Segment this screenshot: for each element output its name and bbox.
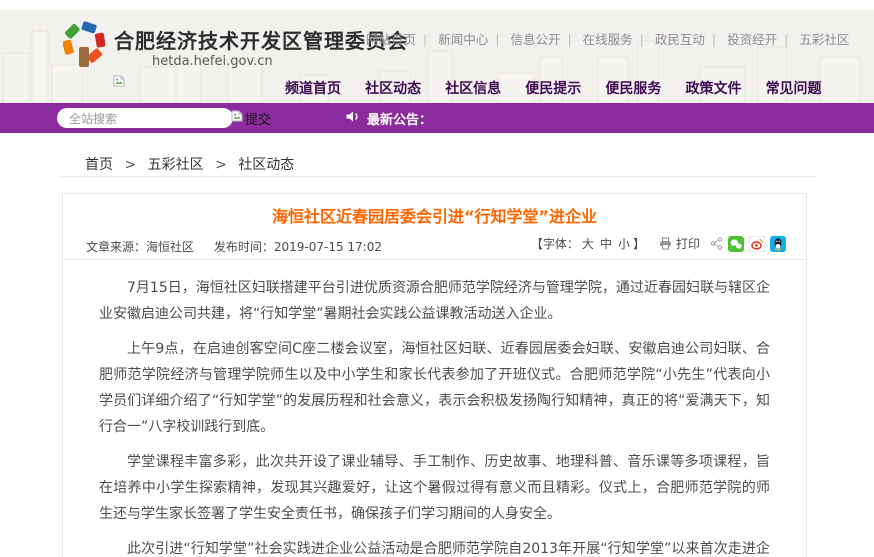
channel-nav-policy[interactable]: 政策文件 xyxy=(685,81,741,97)
paragraph: 上午9点，在启迪创客空间C座二楼会议室，海恒社区妇联、近春园居委会妇联、安徽启迪… xyxy=(99,336,770,440)
search-announcement-bar: 提交 最新公告： xyxy=(0,103,874,133)
search-box xyxy=(57,108,233,128)
printer-icon xyxy=(659,237,672,250)
breadcrumb-separator: > xyxy=(215,157,227,173)
top-nav-link-info[interactable]: 信息公开 xyxy=(510,32,560,47)
channel-nav-services[interactable]: 便民服务 xyxy=(605,81,661,97)
top-nav-link-invest[interactable]: 投资经开 xyxy=(727,32,777,47)
separator: | xyxy=(712,32,716,47)
breadcrumb-current: 社区动态 xyxy=(238,157,294,173)
print-button[interactable]: 打印 xyxy=(659,235,700,252)
article-body: 7月15日，海恒社区妇联搭建平台引进优质资源合肥师范学院经济与管理学院，通过近春… xyxy=(63,260,806,557)
article-source: 文章来源：海恒社区 xyxy=(86,240,194,254)
paragraph: 7月15日，海恒社区妇联搭建平台引进优质资源合肥师范学院经济与管理学院，通过近春… xyxy=(99,275,770,327)
speaker-icon xyxy=(345,109,360,128)
article-meta-row: 文章来源：海恒社区 发布时间：2019-07-15 17:02 【字体： 大 中… xyxy=(63,234,806,260)
page: 合肥经济技术开发区管理委员会 hetda.hefei.gov.cn 网站首页 | … xyxy=(0,0,874,557)
search-submit-button[interactable]: 提交 xyxy=(231,108,271,128)
channel-nav: 频道首页 社区动态 社区信息 便民提示 便民服务 政策文件 常见问题 xyxy=(285,78,841,98)
site-logo-icon xyxy=(63,21,105,69)
breadcrumb-home[interactable]: 首页 xyxy=(85,157,113,173)
font-size-label-prefix: 【字体： xyxy=(531,235,579,252)
share-icon[interactable] xyxy=(710,237,723,250)
broken-image-icon xyxy=(231,110,243,126)
font-size-label-suffix: 】 xyxy=(633,235,645,252)
top-nav-link-services[interactable]: 在线服务 xyxy=(583,32,633,47)
breadcrumb: 首页 > 五彩社区 > 社区动态 xyxy=(85,154,294,174)
channel-nav-info[interactable]: 社区信息 xyxy=(445,81,501,97)
search-input[interactable] xyxy=(57,109,233,128)
share-strip xyxy=(710,236,786,252)
article-title: 海恒社区近春园居委会引进“行知学堂”进企业 xyxy=(63,194,806,227)
paragraph: 此次引进“行知学堂”社会实践进企业公益活动是合肥师范学院自2013年开展“行知学… xyxy=(99,536,770,557)
paragraph: 学堂课程丰富多彩，此次共开设了课业辅导、手工制作、历史故事、地理科普、音乐课等多… xyxy=(99,449,770,527)
separator: | xyxy=(640,32,644,47)
article-meta-right: 【字体： 大 中 小 】 打印 xyxy=(531,235,786,252)
site-name: 合肥经济技术开发区管理委员会 xyxy=(114,25,408,54)
top-nav-link-community[interactable]: 五彩社区 xyxy=(799,32,849,47)
site-url: hetda.hefei.gov.cn xyxy=(152,54,273,69)
separator: | xyxy=(784,32,788,47)
announcement: 最新公告： xyxy=(345,103,432,133)
channel-nav-dynamics[interactable]: 社区动态 xyxy=(365,81,421,97)
top-nav-link-home[interactable]: 网站首页 xyxy=(366,32,416,47)
top-nav-link-news[interactable]: 新闻中心 xyxy=(438,32,488,47)
publish-time: 发布时间：2019-07-15 17:02 xyxy=(214,240,382,254)
article-container: 海恒社区近春园居委会引进“行知学堂”进企业 文章来源：海恒社区 发布时间：201… xyxy=(62,193,807,557)
top-nav-link-interact[interactable]: 政民互动 xyxy=(655,32,705,47)
announcement-label: 最新公告： xyxy=(367,109,432,128)
site-header: 合肥经济技术开发区管理委员会 hetda.hefei.gov.cn 网站首页 | … xyxy=(0,10,874,103)
separator: | xyxy=(495,32,499,47)
font-size-small[interactable]: 小 xyxy=(618,235,630,252)
wechat-icon[interactable] xyxy=(728,236,744,252)
breadcrumb-separator: > xyxy=(124,157,136,173)
search-submit-label: 提交 xyxy=(245,109,271,128)
breadcrumb-community[interactable]: 五彩社区 xyxy=(148,157,204,173)
weibo-icon[interactable] xyxy=(749,236,765,252)
print-label: 打印 xyxy=(676,235,700,252)
font-size-large[interactable]: 大 xyxy=(582,235,594,252)
broken-image-icon xyxy=(113,72,125,91)
separator: | xyxy=(567,32,571,47)
font-size-medium[interactable]: 中 xyxy=(600,235,612,252)
channel-nav-tips[interactable]: 便民提示 xyxy=(525,81,581,97)
top-nav: 网站首页 | 新闻中心 | 信息公开 | 在线服务 | 政民互动 | 投资经开 | 五彩社区 xyxy=(366,29,849,48)
separator: | xyxy=(423,32,427,47)
divider xyxy=(60,176,815,177)
channel-nav-faq[interactable]: 常见问题 xyxy=(766,81,822,97)
qq-icon[interactable] xyxy=(770,236,786,252)
article-meta-left: 文章来源：海恒社区 发布时间：2019-07-15 17:02 xyxy=(86,238,398,255)
channel-nav-home[interactable]: 频道首页 xyxy=(285,81,341,97)
